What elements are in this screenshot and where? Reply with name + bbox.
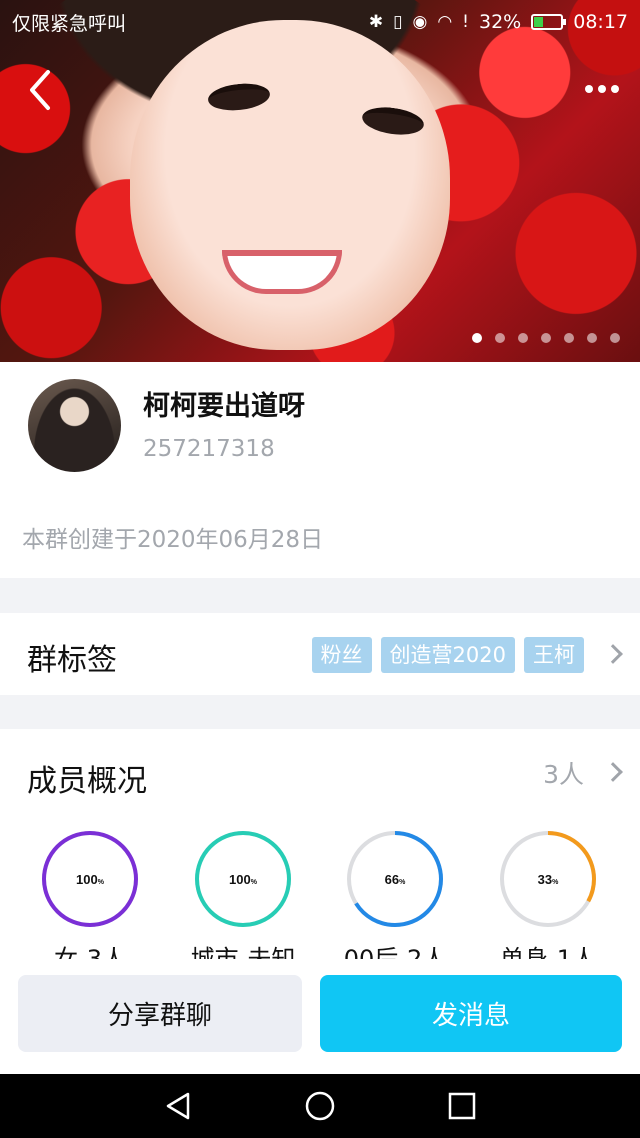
battery-percent: 32% <box>479 11 522 33</box>
battery-fill <box>534 17 543 27</box>
tags-title: 群标签 <box>27 643 117 678</box>
stat-ring: 100% <box>195 831 291 927</box>
members-overview: 成员概况 3人 100% 女-3人 100% 城市-未知 66% 00后-2人 33% 单身-… <box>0 729 640 959</box>
carousel-dot <box>587 333 597 343</box>
stat-label: 城市-未知 <box>190 945 296 959</box>
stat-label: 00后-2人 <box>343 945 447 959</box>
top-nav <box>0 60 640 120</box>
chevron-right-icon <box>603 762 623 782</box>
system-nav-bar <box>0 1074 640 1138</box>
created-date: 本群创建于2020年06月28日 <box>22 527 324 553</box>
member-count: 3人 <box>543 760 584 789</box>
tag-chip: 创造营2020 <box>380 637 515 673</box>
back-button[interactable] <box>22 66 62 114</box>
member-stat: 33% 单身-1人 <box>473 829 623 959</box>
back-triangle-icon[interactable] <box>162 1090 194 1122</box>
carousel-indicator <box>472 333 620 343</box>
share-group-button[interactable]: 分享群聊 <box>18 975 302 1052</box>
carousel-dot <box>564 333 574 343</box>
stat-percent: 100% <box>229 872 258 887</box>
group-tags-row[interactable]: 群标签 粉丝 创造营2020 王柯 <box>0 613 640 695</box>
battery-icon <box>531 14 567 30</box>
members-title: 成员概况 <box>27 764 147 799</box>
stat-label: 女-3人 <box>54 945 126 959</box>
stat-ring: 33% <box>500 831 596 927</box>
members-header[interactable]: 成员概况 3人 <box>0 729 640 819</box>
member-stat: 66% 00后-2人 <box>320 829 470 959</box>
group-id[interactable]: 257217318 <box>143 436 275 462</box>
status-icons: ✱ ▯ ◉ ◠ ! 32% 08:17 <box>369 11 628 33</box>
group-profile-screen: 仅限紧急呼叫 ✱ ▯ ◉ ◠ ! 32% 08:17 柯柯要出道呀 257217… <box>0 0 640 1138</box>
more-dot <box>611 85 619 93</box>
carousel-dot <box>518 333 528 343</box>
carousel-dot <box>541 333 551 343</box>
tag-list: 粉丝 创造营2020 王柯 <box>311 637 584 673</box>
stat-ring: 66% <box>347 831 443 927</box>
wifi-icon: ◠ <box>437 12 453 32</box>
eye-icon: ◉ <box>412 12 428 32</box>
member-stat: 100% 城市-未知 <box>168 829 318 959</box>
battery-alert-icon: ! <box>462 12 469 32</box>
stat-percent: 66% <box>385 872 406 887</box>
recents-square-icon[interactable] <box>446 1090 478 1122</box>
member-stat: 100% 女-3人 <box>15 829 165 959</box>
more-button[interactable] <box>580 74 624 104</box>
stat-label: 单身-1人 <box>500 945 596 959</box>
carousel-dot <box>610 333 620 343</box>
carousel-dot <box>472 333 482 343</box>
more-dot <box>598 85 606 93</box>
group-name: 柯柯要出道呀 <box>143 391 305 422</box>
action-bar: 分享群聊 发消息 <box>0 959 640 1074</box>
home-circle-icon[interactable] <box>304 1090 336 1122</box>
stat-percent: 100% <box>76 872 105 887</box>
send-message-button[interactable]: 发消息 <box>320 975 622 1052</box>
stat-percent: 33% <box>538 872 559 887</box>
carousel-dot <box>495 333 505 343</box>
chevron-right-icon <box>603 644 623 664</box>
group-info-card: 柯柯要出道呀 257217318 本群创建于2020年06月28日 <box>0 362 640 578</box>
chevron-left-icon <box>30 70 50 110</box>
clock: 08:17 <box>573 11 628 33</box>
status-bar: 仅限紧急呼叫 ✱ ▯ ◉ ◠ ! 32% 08:17 <box>0 0 640 44</box>
vibrate-icon: ▯ <box>393 12 403 32</box>
more-dot <box>585 85 593 93</box>
group-avatar[interactable] <box>28 379 121 472</box>
bluetooth-icon: ✱ <box>368 12 384 32</box>
stat-ring: 100% <box>42 831 138 927</box>
tag-chip: 王柯 <box>524 637 584 673</box>
cover-photo[interactable] <box>0 0 640 362</box>
tag-chip: 粉丝 <box>311 637 372 673</box>
carrier-text: 仅限紧急呼叫 <box>12 12 127 35</box>
